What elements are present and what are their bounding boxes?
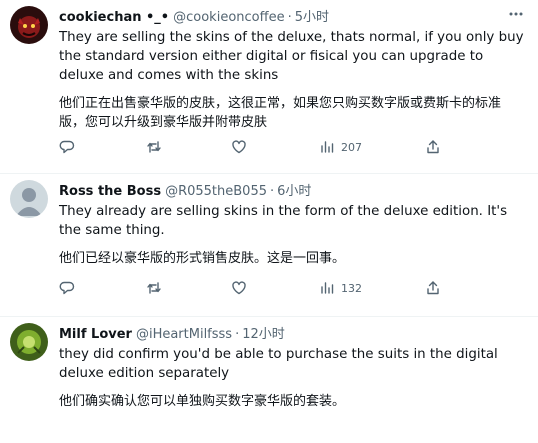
tweet-translation: 他们确实确认您可以单独购买数字豪华版的套装。 (59, 394, 346, 409)
timestamp[interactable]: 6小时 (277, 182, 311, 201)
timestamp[interactable]: 12小时 (242, 325, 285, 344)
share-button[interactable] (425, 280, 441, 296)
share-icon (427, 140, 439, 154)
views-count: 207 (341, 140, 362, 154)
tweet-header: Ross the Boss @R055theB055 · 6小时 (59, 182, 526, 201)
reply-button[interactable] (59, 139, 75, 155)
separator: · (270, 184, 275, 199)
tweet[interactable]: Milf Lover @iHeartMilfsss · 12小时 they di… (0, 316, 538, 443)
timestamp[interactable]: 5小时 (295, 8, 329, 27)
reply-icon (59, 281, 75, 295)
tweet-translation: 他们已经以豪华版的形式销售皮肤。这是一回事。 (59, 251, 346, 266)
avatar[interactable] (10, 323, 48, 361)
display-name[interactable]: cookiechan •_• (59, 8, 169, 27)
share-button[interactable] (425, 139, 441, 155)
retweet-icon (147, 141, 161, 153)
like-icon (232, 140, 246, 154)
user-handle[interactable]: @R055theB055 (165, 182, 267, 201)
like-button[interactable] (231, 139, 247, 155)
views-icon (321, 141, 334, 153)
separator: · (287, 10, 292, 25)
like-button[interactable] (231, 280, 247, 296)
more-icon[interactable] (508, 6, 524, 26)
reply-icon (59, 140, 75, 154)
separator: · (235, 327, 240, 342)
user-handle[interactable]: @cookieoncoffee (173, 8, 284, 27)
tweet-translation: 他们正在出售豪华版的皮肤，这很正常，如果您只购买数字版或费斯卡的标准版，您可以升… (59, 96, 502, 130)
tweet[interactable]: cookiechan •_• @cookieoncoffee · 5小时 The… (0, 0, 538, 173)
tweet-header: cookiechan •_• @cookieoncoffee · 5小时 (59, 8, 526, 27)
avatar[interactable] (10, 180, 48, 218)
avatar[interactable] (10, 6, 48, 44)
user-handle[interactable]: @iHeartMilfsss (136, 325, 232, 344)
retweet-icon (147, 282, 161, 294)
tweet[interactable]: Ross the Boss @R055theB055 · 6小时 They al… (0, 173, 538, 316)
views-button[interactable]: 132 (319, 280, 362, 296)
views-button[interactable]: 207 (319, 139, 362, 155)
views-count: 132 (341, 281, 362, 295)
share-icon (427, 281, 439, 295)
tweet-text: they did confirm you'd be able to purcha… (59, 347, 498, 381)
display-name[interactable]: Ross the Boss (59, 182, 161, 201)
retweet-button[interactable] (146, 139, 162, 155)
retweet-button[interactable] (146, 280, 162, 296)
views-icon (321, 282, 334, 294)
tweet-text: They already are selling skins in the fo… (59, 204, 508, 238)
action-bar: 207 (59, 139, 538, 159)
reply-button[interactable] (59, 280, 75, 296)
tweet-header: Milf Lover @iHeartMilfsss · 12小时 (59, 325, 526, 344)
like-icon (232, 281, 246, 295)
tweet-text: They are selling the skins of the deluxe… (59, 30, 524, 83)
action-bar: 132 (59, 280, 538, 300)
display-name[interactable]: Milf Lover (59, 325, 132, 344)
